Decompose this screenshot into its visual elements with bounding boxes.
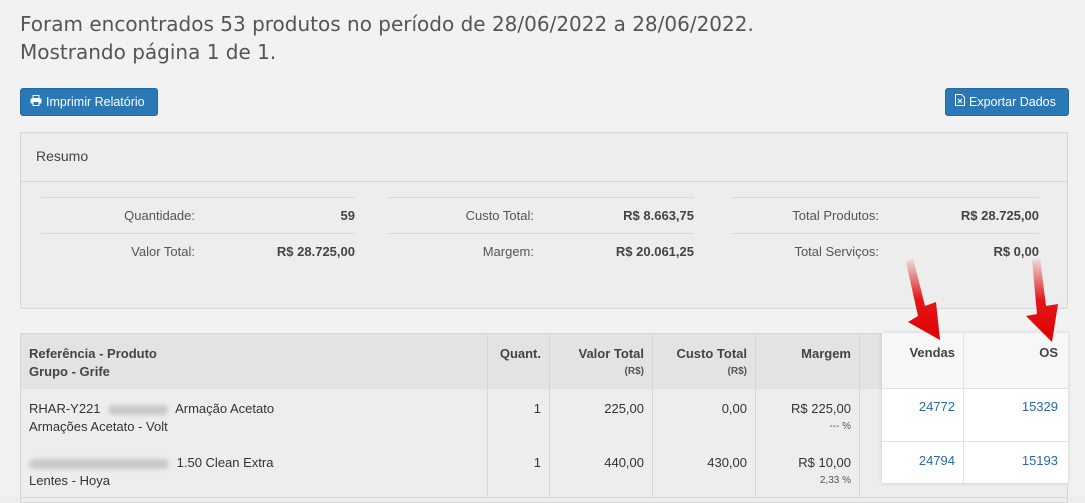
cell-reference-product: 1.50 Clean Extra Lentes - Hoya [21,443,488,497]
stat-label: Total Produtos: [792,208,879,223]
vendas-link[interactable]: 24772 [882,399,955,414]
cell-total-cost: 430,00 [653,443,756,497]
col-header-reference[interactable]: Referência - Produto Grupo - Grife [21,334,488,389]
header-margin-label: Margem [801,346,851,361]
header-reference-product: Referência - Produto [29,346,157,361]
stat-value: R$ 28.725,00 [960,208,1039,223]
row-total-value: 440,00 [604,455,644,470]
row-total-cost: 0,00 [721,401,747,416]
row-group-brand: Armações Acetato - Volt [29,419,168,434]
col-header-margin[interactable]: Margem [756,334,860,389]
os-link[interactable]: 15193 [964,453,1058,468]
cell-total-cost: 0,00 [653,389,756,443]
row-ref-code: RHAR-Y221 [29,401,101,416]
header-total-cost-label: Custo Total [676,346,747,361]
red-arrow-annotation-vendas [906,258,940,340]
stat-label: Valor Total: [131,244,195,259]
row-product-name: 1.50 Clean Extra [176,455,274,470]
col-header-total-value[interactable]: Valor Total (R$) [550,334,653,389]
red-arrow-annotation-os [1026,258,1058,342]
col-header-total-cost[interactable]: Custo Total (R$) [653,334,756,389]
row-quantity: 1 [533,401,541,416]
col-header-vendas[interactable]: Vendas [882,345,955,360]
print-report-button[interactable]: Imprimir Relatório [20,88,158,116]
stat-value: R$ 20.061,25 [615,244,694,259]
results-heading: Foram encontrados 53 produtos no período… [20,10,754,66]
cell-total-value: 225,00 [550,389,653,443]
header-group-brand: Grupo - Grife [29,364,110,379]
summary-stat-total-services: Total Serviços: R$ 0,00 [731,233,1039,269]
highlighted-columns-vendas-os: Vendas OS 24772 15329 24794 15193 [882,333,1068,483]
cell-total-value: 440,00 [550,443,653,497]
col-header-os[interactable]: OS [964,345,1058,360]
summary-stat-total-products: Total Produtos: R$ 28.725,00 [731,197,1039,233]
row-group-brand: Lentes - Hoya [29,473,110,488]
summary-stat-total-cost: Custo Total: R$ 8.663,75 [387,197,694,233]
summary-title: Resumo [21,133,1067,182]
row-total-value: 225,00 [604,401,644,416]
file-export-icon [955,88,965,116]
export-data-button[interactable]: Exportar Dados [945,88,1069,116]
summary-stat-quantity: Quantidade: 59 [41,197,355,233]
row-divider [882,441,1068,442]
row-total-cost: 430,00 [707,455,747,470]
row-margin-value: R$ 225,00 [791,401,851,416]
col-header-quantity[interactable]: Quant. [488,334,550,389]
cell-reference-product: RHAR-Y221 Armação Acetato Armações Aceta… [21,389,488,443]
header-total-cost-unit: (R$) [727,366,747,377]
cell-quantity: 1 [488,443,550,497]
stat-label: Quantidade: [124,208,195,223]
print-report-label: Imprimir Relatório [46,95,145,109]
page: Foram encontrados 53 produtos no período… [0,0,1085,503]
stat-label: Custo Total: [465,208,534,223]
pagination-text: Mostrando página 1 de 1. [20,40,277,64]
row-quantity: 1 [533,455,541,470]
export-data-label: Exportar Dados [969,95,1056,109]
stat-label: Total Serviços: [794,244,879,259]
summary-stat-total-value: Valor Total: R$ 28.725,00 [41,233,355,269]
cell-margin: R$ 10,00 2,33 % [756,443,860,497]
vendas-link[interactable]: 24794 [882,453,955,468]
summary-stat-margin: Margem: R$ 20.061,25 [387,233,694,269]
row-margin-value: R$ 10,00 [798,455,851,470]
redacted-text [29,458,169,469]
redacted-text [108,404,169,415]
cell-margin: R$ 225,00 --- % [756,389,860,443]
stat-value: R$ 8.663,75 [623,208,694,223]
stat-value: 59 [340,208,355,223]
os-link[interactable]: 15329 [964,399,1058,414]
header-quantity-label: Quant. [499,346,541,361]
row-margin-percent: 2,33 % [819,475,851,486]
row-product-name: Armação Acetato [175,401,275,416]
header-total-value-unit: (R$) [624,366,644,377]
stat-label: Margem: [482,244,534,259]
results-count-text: Foram encontrados 53 produtos no período… [20,12,754,36]
header-total-value-label: Valor Total [578,346,645,361]
cell-quantity: 1 [488,389,550,443]
row-margin-percent: --- % [829,421,851,432]
printer-icon [30,88,42,116]
stat-value: R$ 28.725,00 [276,244,355,259]
